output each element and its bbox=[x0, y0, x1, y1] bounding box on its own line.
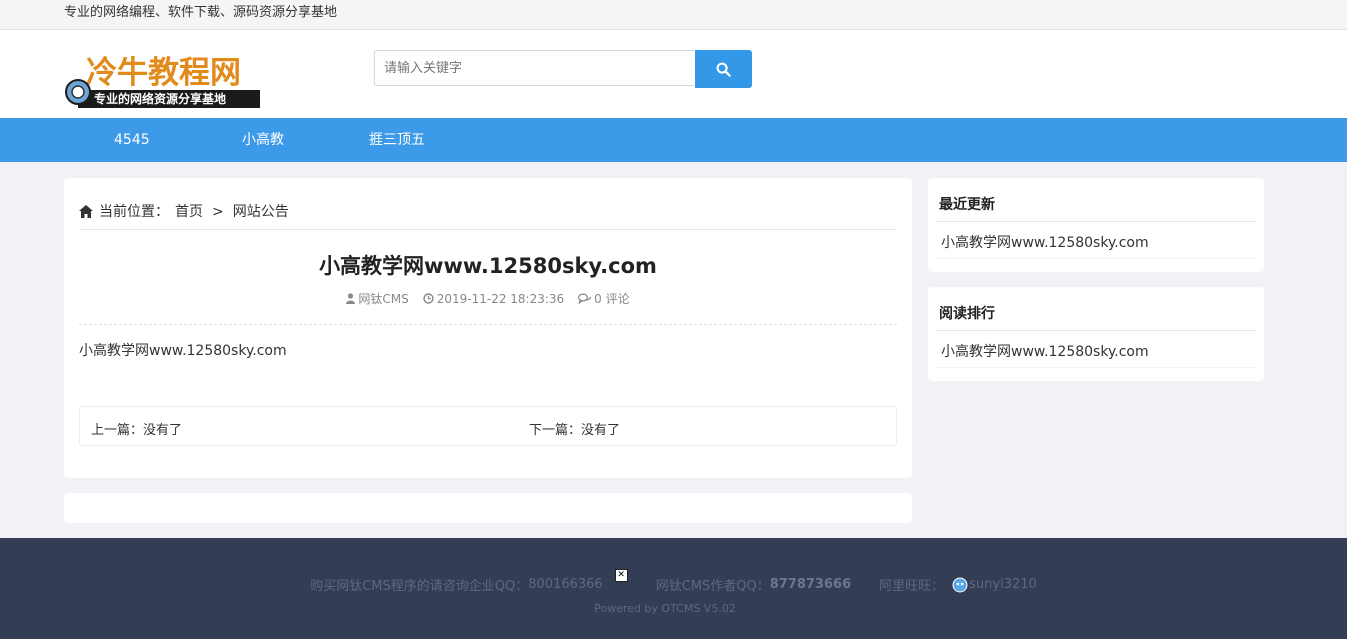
logo-title: 冷牛教程网 bbox=[86, 55, 241, 91]
author-name: 网钛CMS bbox=[358, 292, 409, 306]
meta-date: 2019-11-22 18:23:36 bbox=[423, 290, 564, 307]
article-divider bbox=[79, 324, 897, 325]
search-button[interactable] bbox=[695, 50, 752, 88]
footer-buy: 购买网钛CMS程序的请咨询企业QQ： 800166366 ✕ bbox=[310, 569, 628, 594]
home-icon bbox=[79, 205, 93, 218]
reading-ranking-panel: 阅读排行 小高教学网www.12580sky.com bbox=[928, 287, 1264, 381]
breadcrumb-separator: > bbox=[212, 204, 224, 220]
site-tagline: 专业的网络编程、软件下载、源码资源分享基地 bbox=[64, 5, 338, 20]
search-input[interactable] bbox=[374, 50, 694, 86]
recent-update-item[interactable]: 小高教学网www.12580sky.com bbox=[941, 232, 1149, 252]
article-title: 小高教学网www.12580sky.com bbox=[319, 254, 657, 278]
publish-datetime: 2019-11-22 18:23:36 bbox=[436, 291, 565, 306]
footer-author: 网钛CMS作者QQ： 877873666 bbox=[656, 575, 851, 594]
comment-count: 0 评论 bbox=[594, 292, 630, 306]
prev-next-nav: 上一篇：没有了 下一篇：没有了 bbox=[79, 406, 897, 446]
breadcrumb-home[interactable]: 首页 bbox=[175, 202, 203, 222]
nav-item-4545[interactable]: 4545 bbox=[114, 118, 150, 162]
meta-author: 网钛CMS bbox=[346, 290, 409, 307]
recent-updates-panel: 最近更新 小高教学网www.12580sky.com bbox=[928, 178, 1264, 272]
article-body: 小高教学网www.12580sky.com bbox=[79, 343, 287, 359]
author-qq[interactable]: 877873666 bbox=[770, 577, 851, 592]
list-divider bbox=[936, 367, 1257, 368]
close-icon[interactable]: ✕ bbox=[614, 569, 628, 582]
author-qq-label: 网钛CMS作者QQ： bbox=[655, 579, 770, 594]
logo-subtitle: 专业的网络资源分享基地 bbox=[94, 91, 226, 106]
reading-ranking-title: 阅读排行 bbox=[936, 303, 1257, 331]
comment-card bbox=[64, 493, 912, 523]
list-divider bbox=[936, 258, 1257, 259]
breadcrumb-current[interactable]: 网站公告 bbox=[233, 202, 289, 222]
footer: 购买网钛CMS程序的请咨询企业QQ： 800166366 ✕ 网钛CMS作者QQ… bbox=[0, 538, 1347, 639]
buy-qq[interactable]: 800166366 bbox=[528, 577, 602, 592]
main-nav: 4545 小高教 捱三顶五 bbox=[0, 118, 1347, 162]
wangwang-label: 阿里旺旺： bbox=[879, 579, 945, 594]
prev-article-link[interactable]: 上一篇：没有了 bbox=[91, 419, 182, 438]
powered-by[interactable]: Powered by OTCMS V5.02 bbox=[0, 602, 1330, 615]
article-meta: 网钛CMS 2019-11-22 18:23:36 0 评论 bbox=[64, 290, 912, 307]
top-bar: 专业的网络编程、软件下载、源码资源分享基地 bbox=[0, 0, 1347, 30]
breadcrumb: 当前位置： 首页 > 网站公告 bbox=[79, 202, 897, 230]
search-icon bbox=[716, 62, 731, 77]
footer-wangwang: 阿里旺旺： sunyi3210 bbox=[879, 575, 1037, 594]
header: 冷牛教程网 专业的网络资源分享基地 bbox=[0, 30, 1347, 118]
nav-item-xiaogaojiao[interactable]: 小高教 bbox=[242, 118, 284, 162]
logo-graphic: 冷牛教程网 专业的网络资源分享基地 bbox=[65, 52, 260, 108]
wangwang-icon bbox=[952, 577, 968, 592]
meta-comments[interactable]: 0 评论 bbox=[578, 290, 630, 307]
ranking-item[interactable]: 小高教学网www.12580sky.com bbox=[941, 341, 1149, 361]
clock-icon bbox=[423, 293, 434, 304]
wangwang-id[interactable]: sunyi3210 bbox=[969, 577, 1037, 592]
next-article-link[interactable]: 下一篇：没有了 bbox=[529, 419, 620, 438]
site-logo[interactable]: 冷牛教程网 专业的网络资源分享基地 bbox=[64, 50, 260, 108]
recent-updates-title: 最近更新 bbox=[936, 194, 1257, 222]
user-icon bbox=[346, 293, 356, 304]
article-card: 当前位置： 首页 > 网站公告 小高教学网www.12580sky.com 网钛… bbox=[64, 178, 912, 478]
nav-item-aisan[interactable]: 捱三顶五 bbox=[369, 118, 425, 162]
breadcrumb-prefix: 当前位置： bbox=[99, 204, 169, 220]
comments-icon bbox=[578, 293, 592, 304]
footer-contact: 购买网钛CMS程序的请咨询企业QQ： 800166366 ✕ 网钛CMS作者QQ… bbox=[0, 569, 1347, 594]
buy-label: 购买网钛CMS程序的请咨询企业QQ： bbox=[310, 579, 529, 594]
